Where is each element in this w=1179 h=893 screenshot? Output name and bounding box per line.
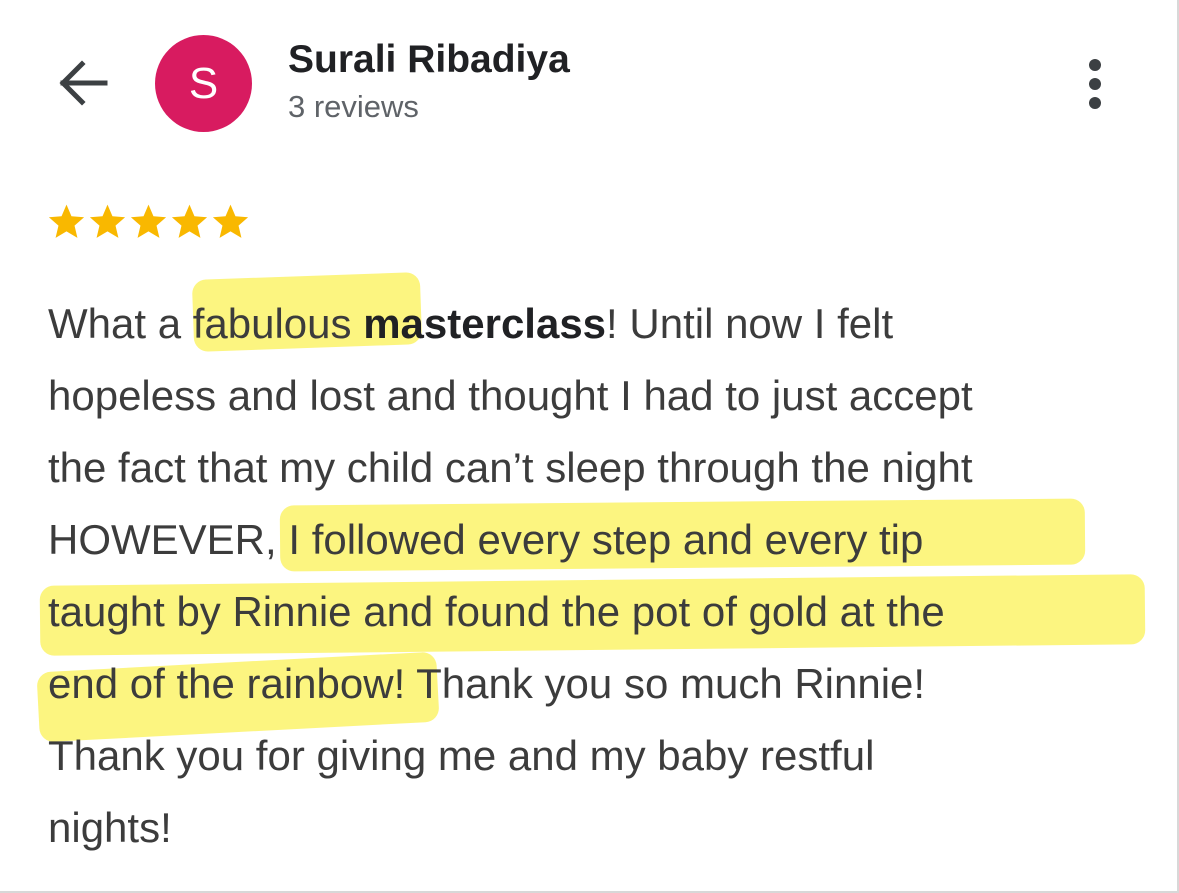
more-vertical-icon [1089, 59, 1101, 109]
star-icon [89, 204, 126, 238]
review-line: the fact that my child can’t sleep throu… [48, 444, 973, 491]
review-card: S Surali Ribadiya 3 reviews What a fabul… [0, 0, 1179, 893]
bold-word: masterclass [363, 300, 607, 347]
review-line: end of the rainbow! Thank you so much Ri… [48, 660, 926, 707]
review-line: nights! [48, 804, 172, 851]
review-count: 3 reviews [288, 89, 419, 124]
reviewer-name[interactable]: Surali Ribadiya [288, 38, 570, 82]
star-icon [171, 204, 208, 238]
review-text: What a fabulous masterclass! Until now I… [48, 288, 1158, 864]
review-line: hopeless and lost and thought I had to j… [48, 372, 973, 419]
star-rating [46, 200, 251, 244]
review-line: taught by Rinnie and found the pot of go… [48, 588, 945, 635]
avatar-letter: S [188, 58, 219, 108]
review-line: HOWEVER, I followed every step and every… [48, 516, 924, 563]
back-button[interactable] [52, 54, 114, 112]
arrow-left-icon [59, 60, 108, 106]
star-icon [48, 204, 85, 238]
star-icon [212, 204, 249, 238]
review-line: What a fabulous masterclass! Until now I… [48, 300, 894, 347]
more-options-button[interactable] [1074, 55, 1116, 113]
star-icon [130, 204, 167, 238]
avatar[interactable]: S [155, 35, 252, 132]
review-line: Thank you for giving me and my baby rest… [48, 732, 875, 779]
